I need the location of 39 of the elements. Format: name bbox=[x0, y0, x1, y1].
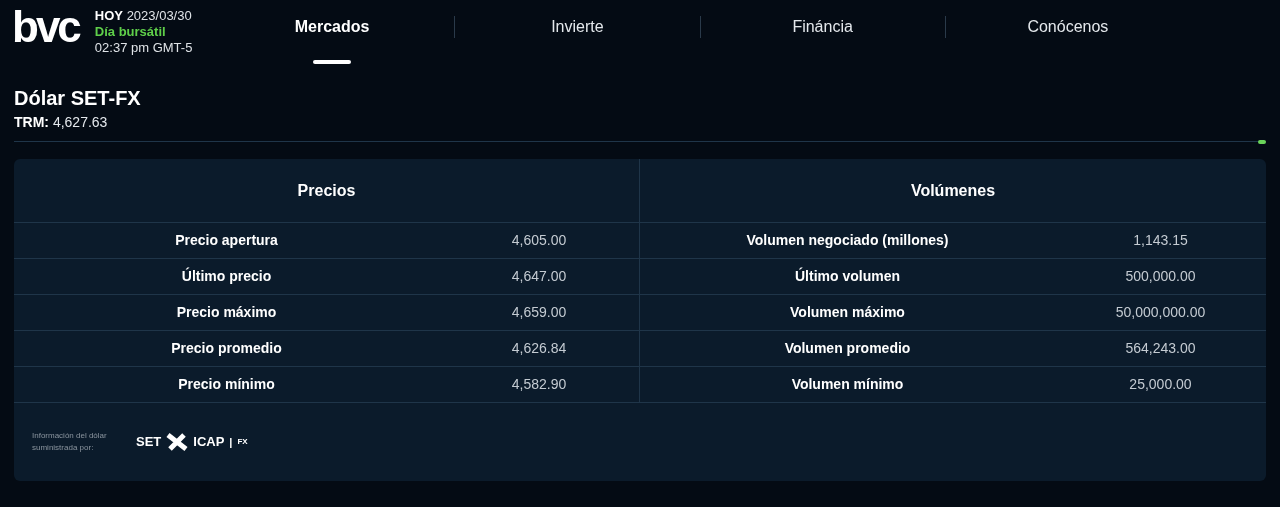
row-value: 50,000,000.00 bbox=[1114, 303, 1207, 322]
active-tab-indicator bbox=[313, 60, 352, 64]
row-value: 1,143.15 bbox=[1132, 231, 1189, 250]
row-value: 4,582.90 bbox=[510, 375, 568, 394]
trm-text: TRM: 4,627.63 bbox=[14, 113, 109, 132]
page-title: Dólar SET-FX bbox=[14, 86, 142, 110]
row-value: 4,605.00 bbox=[510, 231, 568, 250]
row-value: 500,000.00 bbox=[1124, 267, 1197, 286]
row-label: Volumen máximo bbox=[789, 303, 906, 322]
provider-suffix: FX bbox=[237, 436, 248, 448]
row-label: Volumen promedio bbox=[783, 339, 912, 358]
provider-logo-text: SET bbox=[136, 433, 162, 452]
market-status: Día bursátil bbox=[94, 24, 167, 40]
row-label: Último volumen bbox=[794, 266, 901, 286]
time-text: 02:37 pm GMT-5 bbox=[94, 40, 193, 56]
row-label: Precio apertura bbox=[174, 231, 279, 250]
row-label: Volumen mínimo bbox=[790, 375, 905, 394]
nav-tab[interactable]: Invierte bbox=[551, 16, 604, 38]
provider-note: Información del dólar suministrada por: bbox=[32, 430, 108, 454]
column-heading: Volúmenes bbox=[640, 159, 1266, 223]
provider-logo-text: ICAP bbox=[193, 433, 225, 452]
row-value: 25,000.00 bbox=[1128, 375, 1193, 394]
nav-tab[interactable]: Mercados bbox=[294, 16, 370, 38]
row-value: 4,647.00 bbox=[510, 267, 568, 286]
row-label: Volumen negociado (millones) bbox=[745, 231, 950, 250]
row-label: Precio mínimo bbox=[177, 375, 276, 394]
logo[interactable]: bvc bbox=[12, 5, 79, 49]
provider-separator: | bbox=[229, 434, 233, 450]
row-label: Precio promedio bbox=[170, 339, 283, 358]
nav-tab[interactable]: Fináncia bbox=[792, 16, 853, 38]
column-heading: Precios bbox=[14, 159, 639, 223]
row-value: 4,659.00 bbox=[510, 303, 568, 322]
nav-tab[interactable]: Conócenos bbox=[1027, 16, 1109, 38]
indicator-marker bbox=[1258, 140, 1266, 144]
row-label: Último precio bbox=[180, 266, 273, 286]
row-value: 564,243.00 bbox=[1124, 339, 1197, 358]
row-label: Precio máximo bbox=[175, 303, 278, 322]
date-text: HOY 2023/03/30 bbox=[94, 8, 193, 24]
row-value: 4,626.84 bbox=[510, 339, 568, 358]
